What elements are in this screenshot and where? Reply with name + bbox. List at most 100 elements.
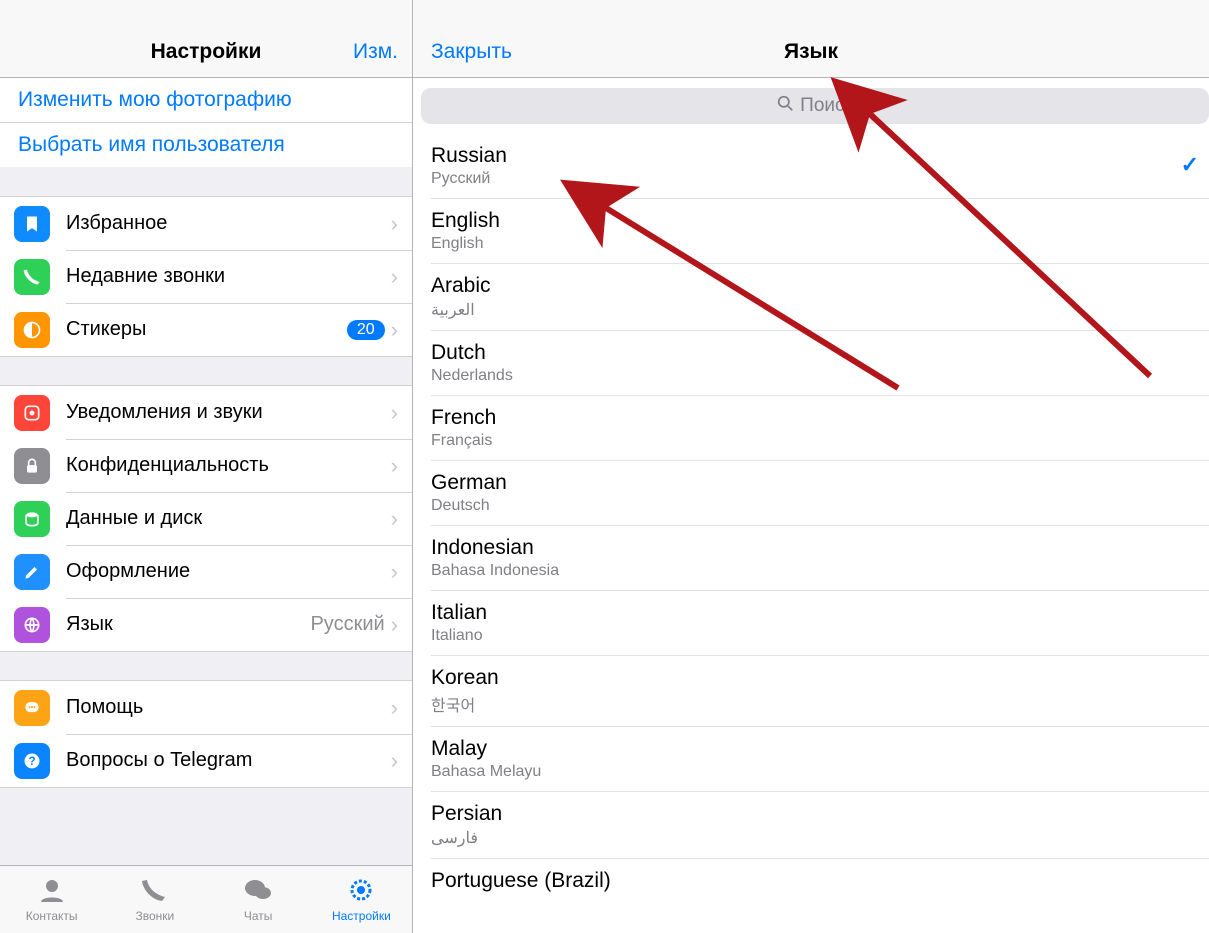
settings-scroll[interactable]: Изменить мою фотографию Выбрать имя поль… [0, 78, 412, 865]
tab-label: Звонки [136, 909, 175, 923]
phone-icon [140, 876, 170, 907]
row-label: Помощь [66, 696, 391, 719]
chevron-right-icon: › [391, 695, 398, 721]
language-row[interactable]: IndonesianBahasa Indonesia [431, 526, 1209, 591]
language-title: German [431, 471, 1209, 495]
language-row[interactable]: Portuguese (Brazil) [431, 859, 1209, 903]
language-subtitle: Français [431, 432, 1209, 450]
lock-icon [14, 448, 50, 484]
row-help[interactable]: Помощь › [0, 681, 412, 734]
language-title: Korean [431, 666, 1209, 690]
group-gap [0, 356, 412, 386]
language-subtitle: Bahasa Melayu [431, 763, 1209, 781]
language-subtitle: Italiano [431, 627, 1209, 645]
sticker-icon [14, 312, 50, 348]
row-language[interactable]: Язык Русский › [0, 598, 412, 651]
question-icon: ? [14, 743, 50, 779]
tab-chats[interactable]: Чаты [207, 866, 310, 933]
chats-icon [243, 876, 273, 907]
row-label: Конфиденциальность [66, 454, 391, 477]
language-title: Russian [431, 144, 1209, 168]
language-subtitle: 한국어 [431, 692, 1209, 716]
row-label: Избранное [66, 212, 391, 235]
row-favorites[interactable]: Избранное › [0, 197, 412, 250]
language-title: Arabic [431, 274, 1209, 298]
language-title: Malay [431, 737, 1209, 761]
language-title: Indonesian [431, 536, 1209, 560]
tab-settings[interactable]: Настройки [310, 866, 413, 933]
phone-icon [14, 259, 50, 295]
row-data[interactable]: Данные и диск › [0, 492, 412, 545]
chevron-right-icon: › [391, 559, 398, 585]
language-subtitle: English [431, 235, 1209, 253]
tab-bar: Контакты Звонки Чаты Настройки [0, 865, 413, 933]
tab-contacts[interactable]: Контакты [0, 866, 103, 933]
language-row[interactable]: ItalianItaliano [431, 591, 1209, 656]
svg-text:?: ? [28, 755, 35, 768]
language-row[interactable]: RussianРусский✓ [431, 134, 1209, 199]
group-gap [0, 167, 412, 197]
row-label: Недавние звонки [66, 265, 391, 288]
chevron-right-icon: › [391, 612, 398, 638]
search-icon [777, 95, 794, 118]
chevron-right-icon: › [391, 506, 398, 532]
row-label: Язык [66, 613, 310, 636]
tab-label: Чаты [244, 909, 273, 923]
language-row[interactable]: EnglishEnglish [431, 199, 1209, 264]
checkmark-icon: ✓ [1181, 152, 1199, 178]
tab-calls[interactable]: Звонки [103, 866, 206, 933]
row-label: Стикеры [66, 318, 347, 341]
language-row[interactable]: German Deutsch [431, 461, 1209, 526]
language-list[interactable]: RussianРусский✓EnglishEnglishArabicالعرب… [431, 134, 1209, 933]
settings-header: Настройки Изм. [0, 0, 412, 78]
search-placeholder: Поиск [800, 95, 853, 117]
settings-title: Настройки [0, 40, 412, 64]
row-value: Русский [310, 613, 384, 636]
chevron-right-icon: › [391, 748, 398, 774]
chevron-right-icon: › [391, 211, 398, 237]
group-gap [0, 651, 412, 681]
row-notifications[interactable]: Уведомления и звуки › [0, 386, 412, 439]
tab-label: Настройки [332, 909, 391, 923]
edit-button[interactable]: Изм. [353, 40, 398, 64]
language-subtitle: العربية [431, 300, 1209, 320]
language-row[interactable]: Persianفارسى [431, 792, 1209, 859]
row-privacy[interactable]: Конфиденциальность › [0, 439, 412, 492]
language-title: French [431, 406, 1209, 430]
language-header: Закрыть Язык [413, 0, 1209, 78]
language-subtitle: Nederlands [431, 367, 1209, 385]
language-title: Persian [431, 802, 1209, 826]
bookmark-icon [14, 206, 50, 242]
stickers-badge: 20 [347, 320, 385, 340]
language-title: Dutch [431, 341, 1209, 365]
language-title: Portuguese (Brazil) [431, 869, 1209, 893]
row-label: Данные и диск [66, 507, 391, 530]
language-subtitle: Deutsch [431, 497, 1209, 515]
language-row[interactable]: French Français [431, 396, 1209, 461]
gear-icon [346, 876, 376, 907]
chevron-right-icon: › [391, 264, 398, 290]
language-row[interactable]: Dutch Nederlands [431, 331, 1209, 396]
language-row[interactable]: Malay Bahasa Melayu [431, 727, 1209, 792]
change-photo-link[interactable]: Изменить мою фотографию [0, 78, 412, 122]
choose-username-link[interactable]: Выбрать имя пользователя [0, 122, 412, 167]
settings-panel: Настройки Изм. Изменить мою фотографию В… [0, 0, 413, 933]
row-appearance[interactable]: Оформление › [0, 545, 412, 598]
row-label: Вопросы о Telegram [66, 749, 391, 772]
search-input[interactable]: Поиск [421, 88, 1209, 124]
row-stickers[interactable]: Стикеры 20 › [0, 303, 412, 356]
chevron-right-icon: › [391, 453, 398, 479]
notifications-icon [14, 395, 50, 431]
language-row[interactable]: Arabicالعربية [431, 264, 1209, 331]
row-label: Уведомления и звуки [66, 401, 391, 424]
language-row[interactable]: Korean한국어 [431, 656, 1209, 727]
contacts-icon [37, 876, 67, 907]
chevron-right-icon: › [391, 400, 398, 426]
language-subtitle: فارسى [431, 828, 1209, 848]
language-panel: Закрыть Язык Поиск RussianРусский✓Englis… [413, 0, 1209, 933]
row-faq[interactable]: ? Вопросы о Telegram › [0, 734, 412, 787]
globe-icon [14, 607, 50, 643]
group-gap [0, 787, 412, 847]
row-recent-calls[interactable]: Недавние звонки › [0, 250, 412, 303]
row-label: Оформление [66, 560, 391, 583]
